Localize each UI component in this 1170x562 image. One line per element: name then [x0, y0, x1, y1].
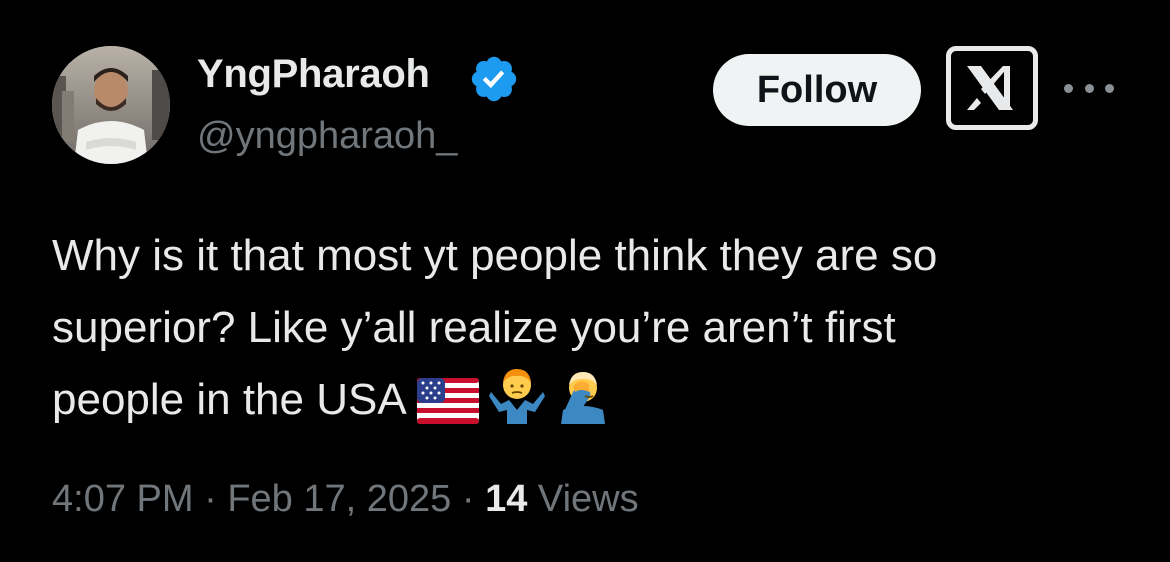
- views-count: 14: [485, 478, 528, 520]
- more-dot: [1064, 83, 1073, 93]
- tweet-line-with-emojis: people in the USA: [52, 364, 1132, 436]
- tweet-date[interactable]: Feb 17, 2025: [227, 478, 451, 520]
- more-dots-icon[interactable]: [1064, 80, 1114, 96]
- author-display-name[interactable]: YngPharaoh: [197, 52, 430, 97]
- tweet-time[interactable]: 4:07 PM: [52, 478, 194, 520]
- x-logo-icon[interactable]: [946, 46, 1038, 130]
- avatar[interactable]: [52, 46, 170, 164]
- tweet-meta: 4:07 PM · Feb 17, 2025 · 14 Views: [52, 478, 639, 521]
- more-dot: [1105, 83, 1114, 93]
- tweet-line: people in the USA: [52, 375, 407, 424]
- us-flag-emoji: [416, 378, 479, 424]
- meta-separator: ·: [451, 478, 486, 520]
- more-dot: [1084, 83, 1094, 93]
- follow-button[interactable]: Follow: [713, 54, 921, 126]
- avatar-photo: [52, 46, 170, 164]
- author-handle[interactable]: @yngpharaoh_: [197, 115, 457, 158]
- person-shrugging-emoji: [488, 366, 545, 424]
- views-label: Views: [537, 478, 639, 520]
- tweet-line: superior? Like y’all realize you’re aren…: [52, 303, 896, 352]
- person-facepalming-emoji: [555, 366, 611, 424]
- verified-badge-icon: [468, 53, 520, 105]
- x-logo-glyph: [967, 66, 1013, 110]
- meta-separator: ·: [193, 478, 228, 520]
- tweet-text: Why is it that most yt people think they…: [52, 220, 1132, 436]
- tweet-line: Why is it that most yt people think they…: [52, 231, 938, 280]
